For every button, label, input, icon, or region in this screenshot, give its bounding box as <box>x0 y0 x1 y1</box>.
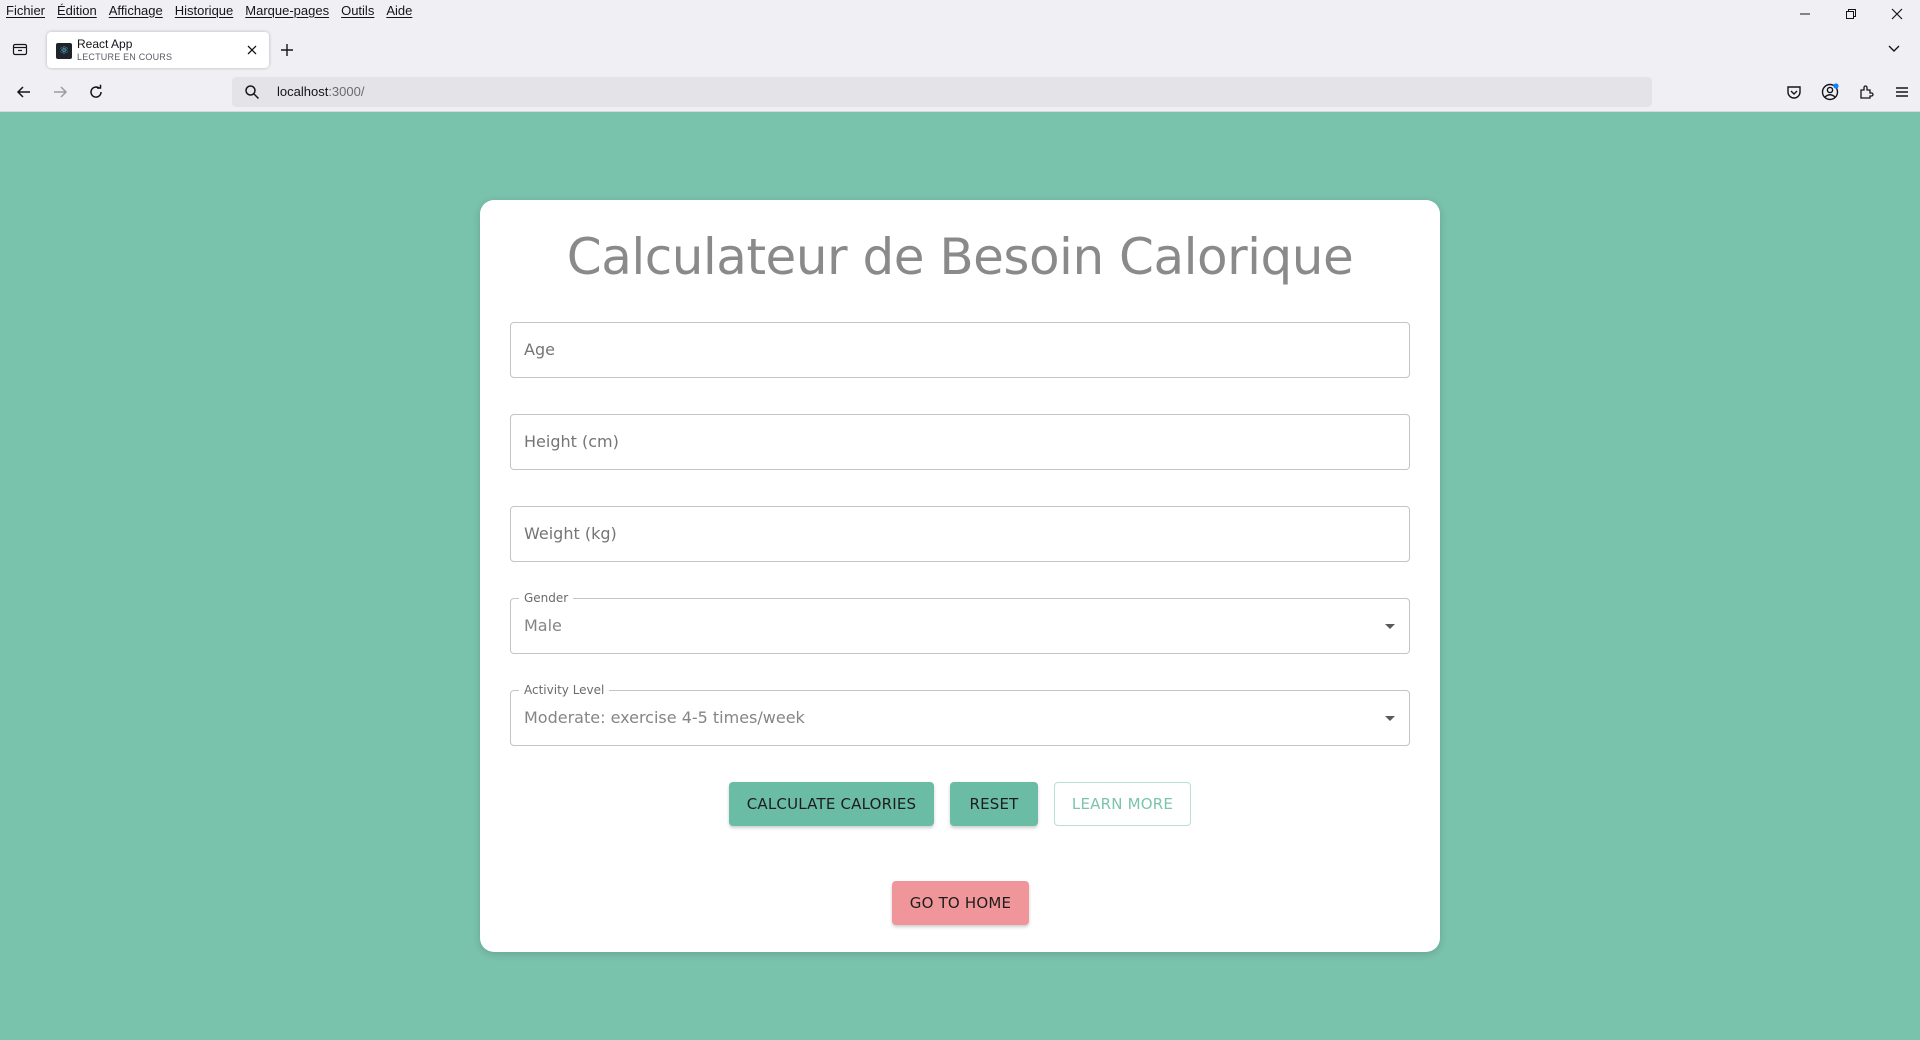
activity-level-select[interactable]: Activity Level Moderate: exercise 4-5 ti… <box>510 683 1410 746</box>
navigation-toolbar: localhost:3000/ <box>0 72 1920 112</box>
menu-icon <box>1896 87 1908 97</box>
close-icon <box>1891 8 1903 20</box>
pocket-button[interactable] <box>1776 80 1812 104</box>
url-text[interactable]: localhost:3000/ <box>277 84 364 99</box>
gender-label: Gender <box>519 591 574 605</box>
close-tab-icon <box>247 45 257 55</box>
height-placeholder: Height (cm) <box>524 432 619 451</box>
dropdown-arrow-icon <box>1385 716 1395 721</box>
weight-field[interactable]: Weight (kg) <box>510 506 1410 562</box>
restore-icon <box>1846 9 1856 19</box>
plus-icon <box>281 44 293 56</box>
toolbar-icons <box>1776 80 1920 104</box>
back-button[interactable] <box>12 80 36 104</box>
search-icon <box>245 85 260 100</box>
tab-strip: ⚛ React App LECTURE EN COURS <box>0 28 1920 72</box>
minimize-icon <box>1800 13 1810 15</box>
activity-level-label: Activity Level <box>519 683 610 697</box>
tab-subtitle: LECTURE EN COURS <box>77 52 173 62</box>
activity-level-value: Moderate: exercise 4-5 times/week <box>524 708 805 727</box>
back-icon <box>16 86 30 98</box>
learn-more-button[interactable]: LEARN MORE <box>1054 782 1191 826</box>
tab-list-button[interactable] <box>9 38 31 60</box>
menu-edition[interactable]: Édition <box>57 3 97 18</box>
dropdown-arrow-icon <box>1385 624 1395 629</box>
menu-marque-pages[interactable]: Marque-pages <box>245 3 329 18</box>
minimize-button[interactable] <box>1782 0 1828 28</box>
tab-close-button[interactable] <box>243 41 261 59</box>
url-host: localhost <box>277 84 329 99</box>
menu-historique[interactable]: Historique <box>175 3 234 18</box>
go-to-home-button[interactable]: GO TO HOME <box>892 881 1029 925</box>
age-field[interactable]: Age <box>510 322 1410 378</box>
url-path: :3000/ <box>328 84 365 99</box>
extensions-button[interactable] <box>1848 80 1884 104</box>
chevron-down-icon <box>1888 45 1900 52</box>
close-window-button[interactable] <box>1874 0 1920 28</box>
calculate-calories-button[interactable]: CALCULATE CALORIES <box>729 782 934 826</box>
menu-aide[interactable]: Aide <box>386 3 412 18</box>
forward-icon <box>54 86 68 98</box>
new-tab-button[interactable] <box>280 40 294 60</box>
react-favicon-icon: ⚛ <box>56 43 72 59</box>
url-bar[interactable]: localhost:3000/ <box>232 77 1652 107</box>
list-all-tabs-button[interactable] <box>1886 40 1906 60</box>
forward-button[interactable] <box>48 80 72 104</box>
menu-fichier[interactable]: Fichier <box>6 3 45 18</box>
reset-button[interactable]: RESET <box>950 782 1038 826</box>
reload-icon <box>90 84 102 98</box>
gender-select[interactable]: Gender Male <box>510 591 1410 654</box>
calculator-card: Calculateur de Besoin Calorique Age Heig… <box>480 200 1440 952</box>
app-menu-button[interactable] <box>1884 80 1920 104</box>
account-button[interactable] <box>1812 80 1848 104</box>
tab-title: React App <box>77 37 133 51</box>
menu-affichage[interactable]: Affichage <box>109 3 163 18</box>
browser-chrome: Fichier Édition Affichage Historique Mar… <box>0 0 1920 112</box>
page-title: Calculateur de Besoin Calorique <box>566 228 1354 286</box>
reload-button[interactable] <box>84 80 108 104</box>
tab-react-app[interactable]: ⚛ React App LECTURE EN COURS <box>47 32 269 68</box>
age-placeholder: Age <box>524 340 555 359</box>
height-field[interactable]: Height (cm) <box>510 414 1410 470</box>
weight-placeholder: Weight (kg) <box>524 524 617 543</box>
restore-button[interactable] <box>1828 0 1874 28</box>
window-controls <box>1782 0 1920 28</box>
pocket-icon <box>1787 86 1801 99</box>
tab-list-icon <box>12 43 28 56</box>
menu-bar: Fichier Édition Affichage Historique Mar… <box>0 0 1920 20</box>
account-icon <box>1821 83 1839 101</box>
menu-outils[interactable]: Outils <box>341 3 374 18</box>
gender-value: Male <box>524 616 562 635</box>
extensions-icon <box>1860 85 1874 99</box>
